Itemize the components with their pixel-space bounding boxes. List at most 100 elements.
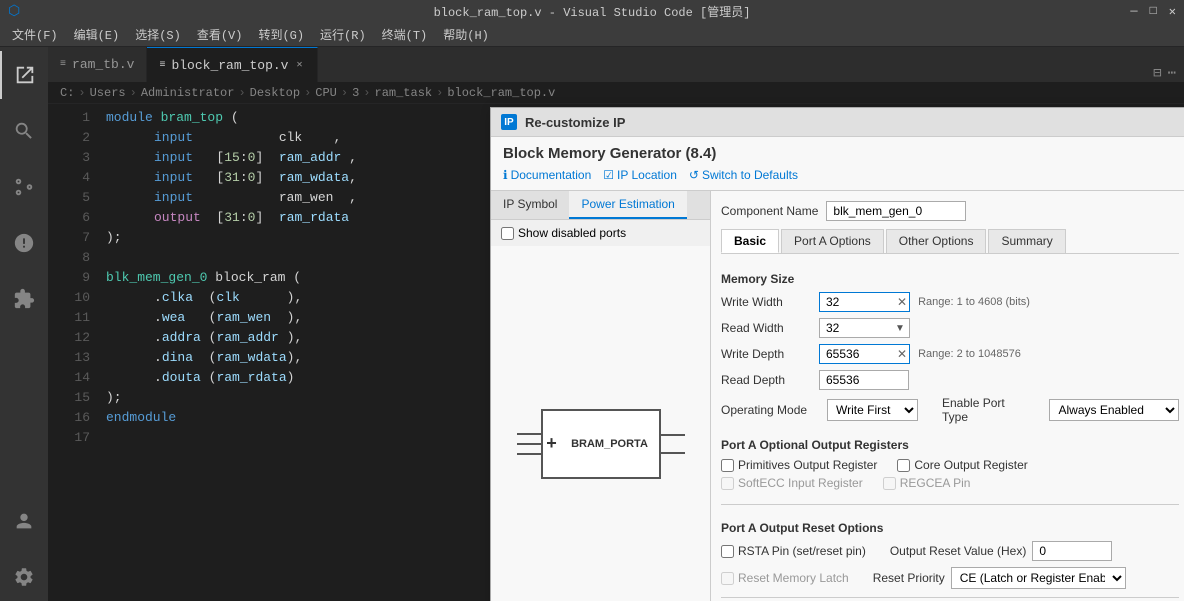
more-actions-icon[interactable]: ⋯ bbox=[1168, 65, 1176, 82]
output-reset-input[interactable] bbox=[1032, 541, 1112, 561]
breadcrumb-item[interactable]: CPU bbox=[315, 86, 337, 100]
menu-select[interactable]: 选择(S) bbox=[127, 24, 189, 45]
reset-memory-row: Reset Memory Latch Reset Priority CE (La… bbox=[721, 567, 1179, 589]
write-depth-row: Write Depth ✕ Range: 2 to 1048576 bbox=[721, 344, 1179, 364]
menu-bar: 文件(F) 编辑(E) 选择(S) 查看(V) 转到(G) 运行(R) 终端(T… bbox=[0, 22, 1184, 47]
rsta-pin-label[interactable]: RSTA Pin (set/reset pin) bbox=[721, 541, 866, 561]
maximize-button[interactable]: □ bbox=[1150, 4, 1157, 19]
menu-run[interactable]: 运行(R) bbox=[312, 24, 374, 45]
rsta-pin-checkbox[interactable] bbox=[721, 545, 734, 558]
tab-close-block-ram[interactable]: ✕ bbox=[294, 57, 304, 73]
sub-tabs: Basic Port A Options Other Options Summa… bbox=[721, 229, 1179, 254]
dialog-main-tabs: IP Symbol Power Estimation bbox=[491, 191, 710, 220]
write-width-input[interactable] bbox=[820, 293, 895, 311]
enable-port-type-select[interactable]: Always Enabled bbox=[1049, 399, 1179, 421]
core-output-register-checkbox[interactable] bbox=[897, 459, 910, 472]
activity-extensions[interactable] bbox=[0, 275, 48, 323]
optional-registers-row2: SoftECC Input Register REGCEA Pin bbox=[721, 476, 1179, 490]
menu-goto[interactable]: 转到(G) bbox=[250, 24, 312, 45]
activity-explorer[interactable] bbox=[0, 51, 48, 99]
checkbox-icon: ☑ bbox=[603, 168, 614, 182]
sub-tab-other[interactable]: Other Options bbox=[886, 229, 987, 253]
read-depth-input[interactable] bbox=[820, 371, 900, 389]
show-disabled-ports-row: Show disabled ports bbox=[491, 220, 710, 246]
link-ip-location[interactable]: ☑ IP Location bbox=[603, 168, 677, 182]
reset-priority-select[interactable]: CE (Latch or Register Enable) bbox=[951, 567, 1126, 589]
read-width-label: Read Width bbox=[721, 321, 811, 335]
tab-ram-tb[interactable]: ≡ ram_tb.v bbox=[48, 47, 147, 82]
activity-source-control[interactable] bbox=[0, 163, 48, 211]
dialog-recustomize-ip: IP Re-customize IP Block Memory Generato… bbox=[490, 107, 1184, 601]
activity-account[interactable] bbox=[0, 497, 48, 545]
read-depth-input-wrapper bbox=[819, 370, 909, 390]
breadcrumb-item[interactable]: Users bbox=[90, 86, 126, 100]
breadcrumb-item[interactable]: Administrator bbox=[141, 86, 235, 100]
primitives-output-register-checkbox[interactable] bbox=[721, 459, 734, 472]
reset-memory-latch-label: Reset Memory Latch bbox=[721, 571, 849, 585]
breadcrumb-item[interactable]: ram_task bbox=[375, 86, 433, 100]
tab-bar: ≡ ram_tb.v ≡ block_ram_top.v ✕ ⊟ ⋯ bbox=[48, 47, 1184, 82]
softecc-register-checkbox bbox=[721, 477, 734, 490]
activity-search[interactable] bbox=[0, 107, 48, 155]
line-numbers: 1 2 3 4 5 6 7 8 9 10 11 12 13 14 15 16 1… bbox=[48, 104, 98, 601]
divider-1 bbox=[721, 504, 1179, 505]
breadcrumb-item[interactable]: 3 bbox=[352, 86, 359, 100]
split-editor-icon[interactable]: ⊟ bbox=[1153, 65, 1161, 82]
activity-settings[interactable] bbox=[0, 553, 48, 601]
link-switch-defaults[interactable]: ↺ Switch to Defaults bbox=[689, 168, 798, 182]
softecc-register-label: SoftECC Input Register bbox=[721, 476, 863, 490]
show-disabled-label: Show disabled ports bbox=[518, 226, 626, 240]
close-button[interactable]: ✕ bbox=[1169, 4, 1176, 19]
sub-tab-basic[interactable]: Basic bbox=[721, 229, 779, 253]
activity-debug[interactable] bbox=[0, 219, 48, 267]
menu-edit[interactable]: 编辑(E) bbox=[66, 24, 128, 45]
refresh-icon: ↺ bbox=[689, 168, 699, 182]
breadcrumb-item[interactable]: Desktop bbox=[250, 86, 300, 100]
tab-label-block-ram: block_ram_top.v bbox=[171, 58, 288, 73]
link-documentation[interactable]: ℹ Documentation bbox=[503, 168, 591, 182]
read-depth-row: Read Depth bbox=[721, 370, 1179, 390]
port-a-reset-title: Port A Output Reset Options bbox=[721, 521, 1179, 535]
info-icon: ℹ bbox=[503, 168, 508, 182]
read-width-input[interactable] bbox=[820, 319, 895, 337]
sub-tab-summary[interactable]: Summary bbox=[988, 229, 1065, 253]
write-width-clear-btn[interactable]: ✕ bbox=[895, 295, 909, 309]
menu-view[interactable]: 查看(V) bbox=[189, 24, 251, 45]
component-name-input[interactable] bbox=[826, 201, 966, 221]
output-reset-label: Output Reset Value (Hex) bbox=[890, 544, 1027, 558]
show-disabled-checkbox[interactable] bbox=[501, 227, 514, 240]
dialog-body: Block Memory Generator (8.4) ℹ Documenta… bbox=[491, 137, 1184, 601]
operating-mode-select[interactable]: Write First Read First No Change bbox=[827, 399, 918, 421]
primitives-output-register-label[interactable]: Primitives Output Register bbox=[721, 458, 877, 472]
dialog-right-panel: Component Name Basic Port A Options Othe… bbox=[711, 191, 1184, 601]
write-depth-input-wrapper: ✕ bbox=[819, 344, 910, 364]
menu-file[interactable]: 文件(F) bbox=[4, 24, 66, 45]
menu-help[interactable]: 帮助(H) bbox=[435, 24, 497, 45]
operating-mode-row: Operating Mode Write First Read First No… bbox=[721, 396, 1179, 424]
write-depth-clear-btn[interactable]: ✕ bbox=[895, 347, 909, 361]
tab-block-ram-top[interactable]: ≡ block_ram_top.v ✕ bbox=[147, 47, 317, 82]
dialog-content: IP Symbol Power Estimation Show disabled… bbox=[491, 191, 1184, 601]
tab-ip-symbol[interactable]: IP Symbol bbox=[491, 191, 569, 219]
menu-terminal[interactable]: 终端(T) bbox=[374, 24, 436, 45]
write-depth-input[interactable] bbox=[820, 345, 895, 363]
read-depth-label: Read Depth bbox=[721, 373, 811, 387]
read-width-chevron: ▼ bbox=[895, 323, 909, 334]
tab-power-estimation[interactable]: Power Estimation bbox=[569, 191, 686, 219]
component-name-row: Component Name bbox=[721, 201, 1179, 221]
read-width-row: Read Width ▼ bbox=[721, 318, 1179, 338]
bram-label: BRAM_PORTA bbox=[571, 438, 648, 450]
breadcrumb: C: › Users › Administrator › Desktop › C… bbox=[48, 82, 1184, 104]
title-bar-controls: — □ ✕ bbox=[1130, 4, 1176, 19]
write-width-hint: Range: 1 to 4608 (bits) bbox=[918, 296, 1030, 308]
window-title: block_ram_top.v - Visual Studio Code [管理… bbox=[434, 3, 751, 20]
tab-label-ram-tb: ram_tb.v bbox=[72, 57, 134, 72]
breadcrumb-item[interactable]: C: bbox=[60, 86, 74, 100]
bram-diagram: + BRAM_PORTA bbox=[491, 246, 710, 601]
dialog-title-bar: IP Re-customize IP bbox=[491, 108, 1184, 137]
regcea-pin-label: REGCEA Pin bbox=[883, 476, 971, 490]
core-output-register-label[interactable]: Core Output Register bbox=[897, 458, 1027, 472]
breadcrumb-item[interactable]: block_ram_top.v bbox=[447, 86, 555, 100]
minimize-button[interactable]: — bbox=[1130, 4, 1137, 19]
sub-tab-port-a[interactable]: Port A Options bbox=[781, 229, 884, 253]
